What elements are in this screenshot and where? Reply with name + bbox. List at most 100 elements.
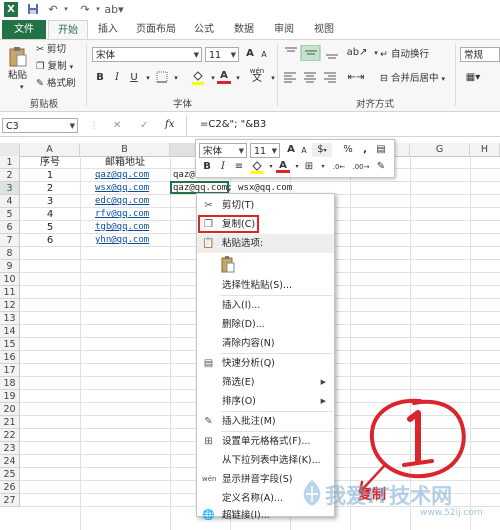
row-header-4[interactable]: 4 bbox=[0, 195, 20, 208]
mini-font-name-combo[interactable]: 宋体 ▼ bbox=[199, 143, 247, 158]
row-header-26[interactable]: 26 bbox=[0, 481, 20, 494]
row-header-14[interactable]: 14 bbox=[0, 325, 20, 338]
number-format-combo[interactable]: 常规 bbox=[460, 47, 500, 62]
column-header-b[interactable]: B bbox=[80, 143, 170, 156]
mini-bold-button[interactable]: B bbox=[200, 160, 214, 174]
menu-item-sort[interactable]: 排序(O) ▶ bbox=[197, 392, 334, 411]
tab-data[interactable]: 数据 bbox=[226, 20, 262, 39]
bold-button[interactable]: B bbox=[93, 71, 107, 85]
row-header-25[interactable]: 25 bbox=[0, 468, 20, 481]
orientation-icon[interactable]: ab↗ bbox=[346, 46, 368, 60]
row-header-15[interactable]: 15 bbox=[0, 338, 20, 351]
tab-formulas[interactable]: 公式 bbox=[186, 20, 222, 39]
mini-shrink-font-button[interactable]: A bbox=[297, 144, 311, 158]
copy-button[interactable]: ❐ 复制 ▾ bbox=[36, 61, 73, 73]
cell-a5[interactable]: 4 bbox=[20, 208, 80, 221]
fill-color-icon[interactable] bbox=[191, 70, 205, 85]
font-size-combo[interactable]: 11 ▼ bbox=[205, 47, 239, 62]
cell-b3[interactable]: wsx@qq.com bbox=[95, 182, 149, 195]
merge-center-button[interactable]: ⊟ 合并后居中 ▾ bbox=[380, 73, 445, 85]
font-name-combo[interactable]: 宋体 ▼ bbox=[92, 47, 202, 62]
row-header-23[interactable]: 23 bbox=[0, 442, 20, 455]
tab-file[interactable]: 文件 bbox=[2, 20, 46, 39]
cell-a1[interactable]: 序号 bbox=[20, 156, 80, 169]
cell-b1[interactable]: 邮箱地址 bbox=[80, 156, 170, 169]
row-header-19[interactable]: 19 bbox=[0, 390, 20, 403]
row-header-8[interactable]: 8 bbox=[0, 247, 20, 260]
shrink-font-button[interactable]: A bbox=[257, 48, 271, 62]
paste-option-icon[interactable] bbox=[221, 256, 237, 274]
row-header-9[interactable]: 9 bbox=[0, 260, 20, 273]
save-icon[interactable] bbox=[26, 3, 40, 16]
cell-a4[interactable]: 3 bbox=[20, 195, 80, 208]
font-color-icon[interactable]: A bbox=[217, 69, 231, 84]
underline-dropdown-icon[interactable]: ▾ bbox=[141, 71, 155, 85]
row-header-6[interactable]: 6 bbox=[0, 221, 20, 234]
mini-brush-icon[interactable]: ✎ bbox=[374, 160, 388, 174]
cell-b5[interactable]: rfv@qq.com bbox=[95, 208, 149, 221]
row-header-13[interactable]: 13 bbox=[0, 312, 20, 325]
cell-b7[interactable]: yhn@qq.com bbox=[95, 234, 149, 247]
row-header-7[interactable]: 7 bbox=[0, 234, 20, 247]
menu-item-hyperlink[interactable]: 🌐 超链接(I)... bbox=[197, 506, 334, 525]
row-header-1[interactable]: 1 bbox=[0, 156, 20, 169]
menu-item-format-cells[interactable]: ⊞ 设置单元格格式(F)... bbox=[197, 432, 334, 451]
row-header-27[interactable]: 27 bbox=[0, 494, 20, 507]
row-header-16[interactable]: 16 bbox=[0, 351, 20, 364]
row-header-18[interactable]: 18 bbox=[0, 377, 20, 390]
select-all-corner[interactable] bbox=[0, 143, 20, 156]
redo-icon[interactable]: ↷ bbox=[78, 3, 92, 16]
undo-icon[interactable]: ↶ bbox=[46, 3, 60, 16]
cell-a3[interactable]: 2 bbox=[20, 182, 80, 195]
borders-icon[interactable] bbox=[155, 71, 169, 85]
menu-item-paste-special[interactable]: 选择性粘贴(S)... bbox=[197, 276, 334, 295]
formula-input[interactable]: =C2&"; "&B3 bbox=[200, 119, 266, 130]
paste-button[interactable]: 粘贴 bbox=[8, 70, 27, 82]
mini-italic-button[interactable]: I bbox=[216, 160, 230, 174]
menu-item-insert-comment[interactable]: ✎ 插入批注(M) bbox=[197, 412, 334, 431]
paste-dropdown-icon[interactable]: ▾ bbox=[20, 81, 24, 93]
row-header-2[interactable]: 2 bbox=[0, 169, 20, 182]
mini-increase-decimal-icon[interactable]: .00→ bbox=[351, 160, 371, 174]
mini-borders-icon[interactable]: ⊞ bbox=[302, 160, 316, 174]
row-header-3[interactable]: 3 bbox=[0, 182, 20, 195]
row-header-11[interactable]: 11 bbox=[0, 286, 20, 299]
mini-comma-button[interactable]: , bbox=[358, 143, 372, 157]
tab-home[interactable]: 开始 bbox=[48, 20, 88, 40]
tab-insert[interactable]: 插入 bbox=[90, 20, 126, 39]
insert-function-button[interactable]: fx bbox=[165, 119, 174, 130]
row-header-10[interactable]: 10 bbox=[0, 273, 20, 286]
menu-item-delete[interactable]: 删除(D)... bbox=[197, 315, 334, 334]
mini-decrease-decimal-icon[interactable]: .0← bbox=[329, 160, 349, 174]
cell-b4[interactable]: edc@qq.com bbox=[95, 195, 149, 208]
wrap-text-button[interactable]: ↵ 自动换行 bbox=[380, 49, 429, 61]
menu-item-clear[interactable]: 清除内容(N) bbox=[197, 334, 334, 353]
menu-item-dropdown-pick[interactable]: 从下拉列表中选择(K)... bbox=[197, 451, 334, 470]
column-header-h[interactable]: H bbox=[470, 143, 500, 156]
redo-dropdown-icon[interactable]: ▾ bbox=[91, 3, 105, 16]
cancel-entry-icon[interactable]: ✕ bbox=[113, 120, 121, 131]
chevron-down-icon[interactable]: ▾ bbox=[316, 160, 330, 174]
cell-b6[interactable]: tgb@qq.com bbox=[95, 221, 149, 234]
menu-item-insert[interactable]: 插入(I)... bbox=[197, 296, 334, 315]
borders-dropdown-icon[interactable]: ▾ bbox=[169, 71, 183, 85]
customize-qat-icon[interactable]: ab▾ bbox=[104, 3, 124, 16]
row-header-20[interactable]: 20 bbox=[0, 403, 20, 416]
row-header-21[interactable]: 21 bbox=[0, 416, 20, 429]
menu-item-filter[interactable]: 筛选(E) ▶ bbox=[197, 373, 334, 392]
cell-a7[interactable]: 6 bbox=[20, 234, 80, 247]
mini-fill-color-icon[interactable] bbox=[250, 160, 264, 174]
mini-font-color-icon[interactable]: A bbox=[276, 159, 290, 173]
tab-review[interactable]: 审阅 bbox=[266, 20, 302, 39]
merge-dropdown-icon[interactable]: ▾ bbox=[442, 75, 446, 83]
mini-percent-button[interactable]: % bbox=[341, 143, 355, 157]
mini-currency-button[interactable]: $▾ bbox=[312, 143, 332, 157]
menu-item-cut[interactable]: ✂ 剪切(T) bbox=[197, 196, 334, 215]
phonetic-guide-icon[interactable]: wén 文 bbox=[247, 67, 267, 84]
paste-icon[interactable] bbox=[8, 46, 28, 68]
mini-font-size-combo[interactable]: 11 ▼ bbox=[250, 143, 280, 158]
cell-a6[interactable]: 5 bbox=[20, 221, 80, 234]
italic-button[interactable]: I bbox=[110, 71, 124, 85]
accounting-format-icon[interactable]: ▦▾ bbox=[462, 71, 484, 85]
tab-view[interactable]: 视图 bbox=[306, 20, 342, 39]
